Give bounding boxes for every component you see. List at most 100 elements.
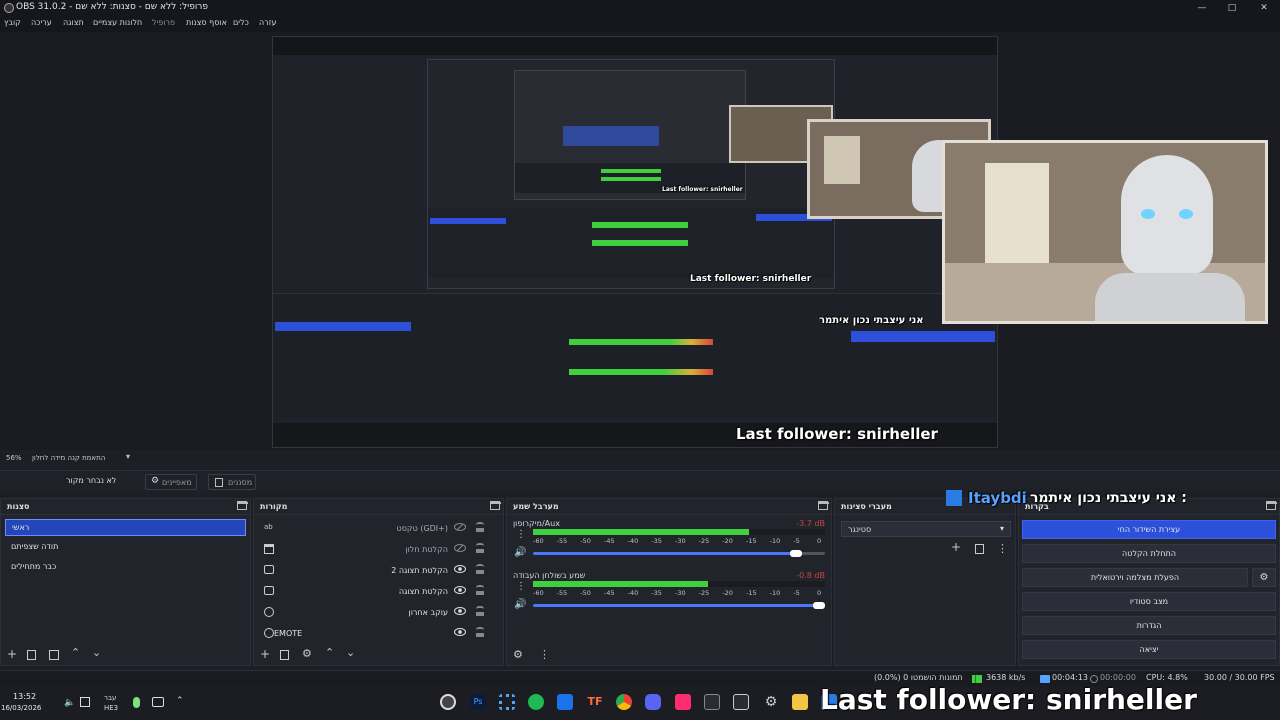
scene-item[interactable]: ראשי <box>5 519 246 536</box>
popout-icon[interactable] <box>237 501 248 510</box>
move-up-icon[interactable]: ⌃ <box>71 646 80 659</box>
exit-button[interactable]: יציאה <box>1022 640 1276 659</box>
stop-streaming-button[interactable]: עצירת השידור החי <box>1022 520 1276 539</box>
scene-item[interactable]: תודה שצפיתם <box>5 539 246 556</box>
more-icon[interactable]: ⋮ <box>516 529 526 540</box>
menu-file[interactable]: קובץ <box>4 18 21 27</box>
scene-item[interactable]: כבר מתחילים <box>5 559 246 576</box>
microphone-icon[interactable] <box>133 697 140 708</box>
calendar-icon[interactable] <box>733 694 749 710</box>
more-icon[interactable]: ⋮ <box>516 581 526 592</box>
menu-tools[interactable]: כלים <box>233 18 249 27</box>
filters-button[interactable]: מסננים <box>208 474 256 490</box>
popout-icon[interactable] <box>1266 501 1277 510</box>
start-recording-button[interactable]: התחלת הקלטה <box>1022 544 1276 563</box>
lock-icon[interactable] <box>476 522 484 532</box>
properties-button[interactable]: ⚙ מאפיינים <box>145 474 197 490</box>
minimize-button[interactable]: — <box>1192 1 1212 15</box>
spotify-icon[interactable] <box>528 694 544 710</box>
more-icon[interactable]: ⋮ <box>539 648 550 661</box>
eye-icon[interactable] <box>454 628 466 636</box>
source-row[interactable]: EMOTE <box>256 624 496 645</box>
volume-slider[interactable] <box>533 602 826 609</box>
add-transition-button[interactable]: + <box>951 540 961 554</box>
menu-edit[interactable]: עריכה <box>31 18 52 27</box>
volume-slider-knob[interactable] <box>789 550 802 557</box>
word-icon[interactable] <box>557 694 573 710</box>
sync-icon[interactable] <box>152 697 164 707</box>
close-button[interactable]: ✕ <box>1254 1 1274 15</box>
robot-eye-left <box>1141 209 1155 219</box>
trash-icon[interactable] <box>975 544 984 554</box>
taskbar-time[interactable]: 13:52 <box>13 692 36 701</box>
lock-icon[interactable] <box>476 606 484 616</box>
trash-icon[interactable] <box>280 650 289 660</box>
scene-filters-icon[interactable] <box>49 650 59 660</box>
lock-icon[interactable] <box>476 627 484 637</box>
virtual-camera-settings-icon[interactable]: ⚙ <box>1252 568 1276 587</box>
popout-icon[interactable] <box>818 501 829 510</box>
obs-taskbar-icon[interactable] <box>440 694 456 710</box>
taskbar-date[interactable]: 16/03/2026 <box>1 704 41 712</box>
source-row[interactable]: עוקב אחרון <box>256 603 496 624</box>
move-up-icon[interactable]: ⌃ <box>325 646 334 659</box>
menu-scene-collection[interactable]: אוסף סצנות <box>186 18 227 27</box>
nested-preview: Last follower: snirheller Last follower:… <box>427 59 835 289</box>
eye-hidden-icon[interactable] <box>454 544 466 552</box>
discord-icon[interactable] <box>645 694 661 710</box>
source-row[interactable]: ab טקסט (GDI+) <box>256 519 496 540</box>
gear-icon[interactable]: ⚙ <box>302 647 312 660</box>
source-row[interactable]: הקלטת תצוגה <box>256 582 496 603</box>
eye-icon[interactable] <box>454 565 466 573</box>
lock-icon[interactable] <box>476 564 484 574</box>
trash-icon[interactable] <box>27 650 36 660</box>
source-row[interactable]: הקלטת חלון <box>256 540 496 561</box>
sources-list: ab טקסט (GDI+) הקלטת חלון הקלטת תצוגה 2 הקלט… <box>256 517 500 647</box>
menu-view[interactable]: תצוגה <box>63 18 84 27</box>
tf-icon[interactable]: TF <box>587 694 603 710</box>
app-icon[interactable] <box>704 694 720 710</box>
menu-profile[interactable]: פרופיל <box>152 18 175 27</box>
meter-fill <box>533 529 750 535</box>
more-icon[interactable]: ⋮ <box>997 542 1008 555</box>
eye-hidden-icon[interactable] <box>454 523 466 531</box>
display-icon[interactable] <box>80 697 90 707</box>
nested-titlebar <box>273 37 997 47</box>
tray-chevron-icon[interactable]: ⌃ <box>176 696 184 706</box>
menu-help[interactable]: עזרה <box>259 18 277 27</box>
eye-icon[interactable] <box>454 586 466 594</box>
speaker-icon[interactable]: 🔊 <box>514 599 526 610</box>
lang-top[interactable]: עבר <box>104 694 116 702</box>
lock-icon[interactable] <box>476 585 484 595</box>
preview-canvas[interactable]: Last follower: snirheller Last follower:… <box>272 36 998 448</box>
move-down-icon[interactable]: ⌄ <box>346 646 355 659</box>
lang-bottom[interactable]: HE3 <box>104 704 118 712</box>
media-app-icon[interactable] <box>675 694 691 710</box>
speaker-icon[interactable]: 🔈 <box>64 698 75 708</box>
move-down-icon[interactable]: ⌄ <box>92 646 101 659</box>
popout-icon[interactable] <box>490 501 501 510</box>
maximize-button[interactable]: □ <box>1222 1 1242 15</box>
volume-slider[interactable] <box>533 550 825 557</box>
settings-button[interactable]: הגדרות <box>1022 616 1276 635</box>
filter-icon <box>215 478 223 487</box>
photoshop-icon[interactable]: Ps <box>470 694 486 710</box>
source-row[interactable]: הקלטת תצוגה 2 <box>256 561 496 582</box>
transition-select[interactable]: סטינגר ▾ <box>841 521 1011 537</box>
chrome-icon[interactable] <box>616 694 632 710</box>
folder-icon[interactable] <box>792 694 808 710</box>
studio-mode-button[interactable]: מצב סטודיו <box>1022 592 1276 611</box>
add-source-button[interactable]: + <box>260 647 270 661</box>
add-scene-button[interactable]: + <box>7 647 17 661</box>
menu-docks[interactable]: חלונות עצמיים <box>93 18 142 27</box>
start-menu-icon[interactable] <box>499 694 515 710</box>
speaker-icon[interactable]: 🔊 <box>514 547 526 558</box>
lock-icon[interactable] <box>476 543 484 553</box>
eye-icon[interactable] <box>454 607 466 615</box>
scale-dropdown-icon[interactable]: ▾ <box>126 452 130 461</box>
start-virtual-camera-button[interactable]: הפעלת מצלמה וירטואלית <box>1022 568 1248 587</box>
settings-gear-icon[interactable]: ⚙ <box>763 694 779 710</box>
scale-mode[interactable]: התאמת קנה מידה לחלון <box>32 454 105 462</box>
volume-slider-knob[interactable] <box>813 602 826 609</box>
gear-icon[interactable]: ⚙ <box>513 648 523 661</box>
